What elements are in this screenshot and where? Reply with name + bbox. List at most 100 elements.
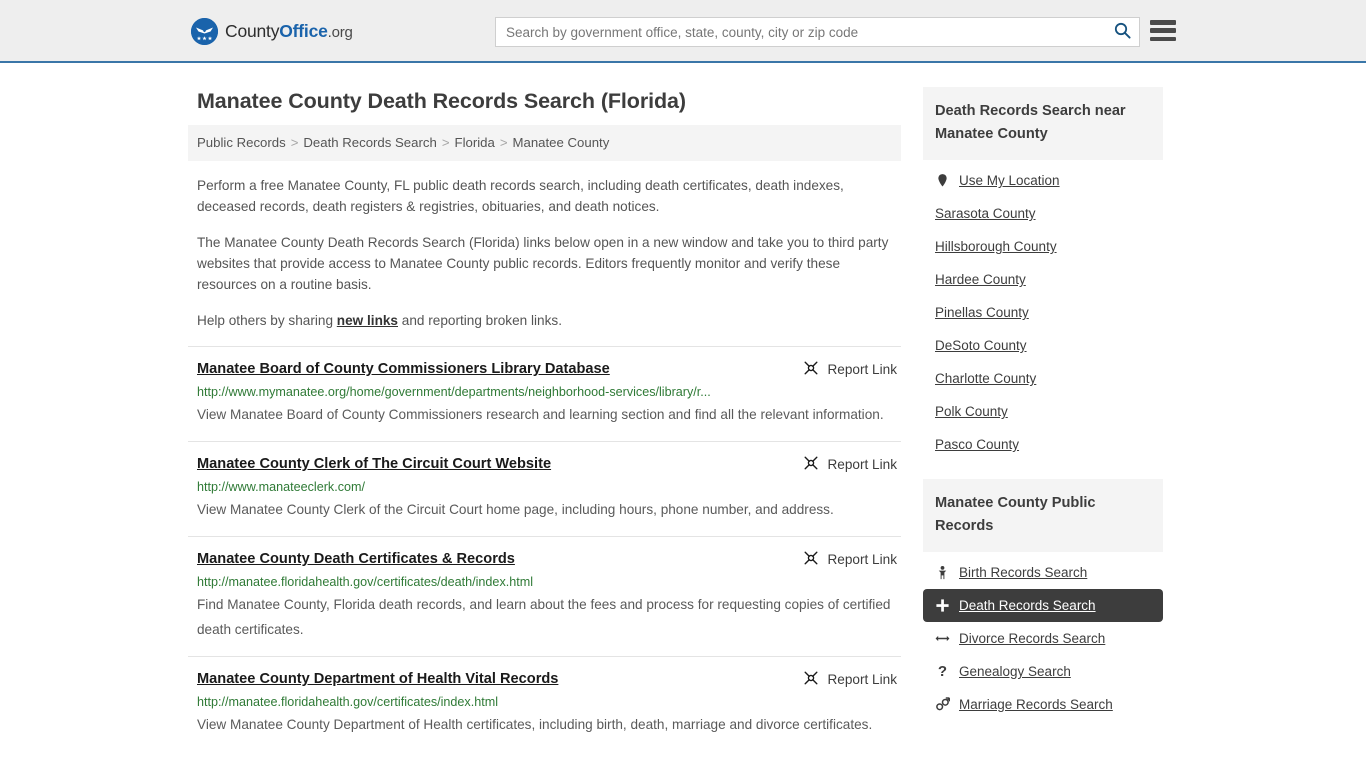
result-url: http://manatee.floridahealth.gov/certifi… bbox=[197, 575, 534, 590]
breadcrumb: Public Records > Death Records Search > Flor… bbox=[188, 125, 901, 162]
report-link-label: Report Link bbox=[827, 362, 897, 378]
nearby-item-hardee-county[interactable]: Hardee County bbox=[923, 263, 1163, 296]
baby-icon bbox=[935, 565, 950, 580]
result-item: Manatee County Clerk of The Circuit Cour… bbox=[188, 441, 901, 536]
search-input[interactable] bbox=[496, 19, 1105, 45]
nearby-item-pasco-county[interactable]: Pasco County bbox=[923, 428, 1163, 461]
broken-link-icon bbox=[803, 670, 819, 689]
result-description: View Manatee Board of County Commissione… bbox=[197, 407, 884, 423]
nearby-item-pinellas-county[interactable]: Pinellas County bbox=[923, 296, 1163, 329]
result-title-link[interactable]: Manatee Board of County Commissioners Li… bbox=[197, 360, 610, 378]
search-button[interactable] bbox=[1105, 18, 1139, 46]
breadcrumb-separator: > bbox=[441, 135, 450, 150]
hamburger-menu-icon[interactable] bbox=[1150, 20, 1176, 41]
intro-p3-after: and reporting broken links. bbox=[398, 313, 562, 329]
search-icon bbox=[1114, 22, 1131, 42]
report-link-label: Report Link bbox=[827, 552, 897, 568]
page-title: Manatee County Death Records Search (Flo… bbox=[197, 89, 686, 113]
logo-text-office: Office bbox=[279, 21, 328, 41]
breadcrumb-item-3[interactable]: Manatee County bbox=[513, 135, 610, 150]
records-item-label[interactable]: Genealogy Search bbox=[959, 664, 1071, 679]
nearby-item-label[interactable]: Polk County bbox=[935, 404, 1008, 419]
nearby-item-label[interactable]: Sarasota County bbox=[935, 206, 1036, 221]
records-item-label[interactable]: Birth Records Search bbox=[959, 565, 1087, 580]
breadcrumb-item-2[interactable]: Florida bbox=[455, 135, 495, 150]
records-item-marriage-records-search[interactable]: Marriage Records Search bbox=[923, 688, 1163, 721]
public-records-heading: Manatee County Public Records bbox=[923, 479, 1163, 552]
nearby-searches-heading: Death Records Search near Manatee County bbox=[923, 87, 1163, 160]
nearby-searches-list: Use My Location Sarasota County Hillsborou… bbox=[923, 160, 1163, 461]
report-link-label: Report Link bbox=[827, 457, 897, 473]
broken-link-icon bbox=[803, 550, 819, 569]
new-links-link[interactable]: new links bbox=[337, 313, 398, 328]
nearby-item-label[interactable]: Hillsborough County bbox=[935, 239, 1057, 254]
report-link-button[interactable]: Report Link bbox=[803, 550, 897, 569]
nearby-item-use-my-location[interactable]: Use My Location bbox=[923, 164, 1163, 197]
page-body: Manatee County Death Records Search (Flo… bbox=[0, 63, 1366, 751]
public-records-card: Manatee County Public Records Birth Reco… bbox=[923, 479, 1163, 721]
result-header: Manatee County Department of Health Vita… bbox=[197, 670, 901, 689]
split-arrows-icon bbox=[935, 631, 950, 646]
eagle-seal-icon bbox=[191, 18, 218, 45]
search-bar[interactable] bbox=[495, 17, 1140, 47]
result-header: Manatee County Death Certificates & Reco… bbox=[197, 550, 901, 569]
result-item: Manatee Board of County Commissioners Li… bbox=[188, 346, 901, 441]
result-item: Manatee County Death Certificates & Reco… bbox=[188, 536, 901, 656]
result-url: http://www.mymanatee.org/home/government… bbox=[197, 385, 711, 400]
nearby-searches-card: Death Records Search near Manatee County… bbox=[923, 87, 1163, 461]
nearby-item-charlotte-county[interactable]: Charlotte County bbox=[923, 362, 1163, 395]
result-title-link[interactable]: Manatee County Death Certificates & Reco… bbox=[197, 550, 515, 568]
result-description: View Manatee County Department of Health… bbox=[197, 717, 873, 733]
result-item: Manatee County Department of Health Vita… bbox=[188, 656, 901, 751]
result-header: Manatee County Clerk of The Circuit Cour… bbox=[197, 455, 901, 474]
breadcrumb-separator: > bbox=[499, 135, 508, 150]
report-link-button[interactable]: Report Link bbox=[803, 360, 897, 379]
records-item-birth-records-search[interactable]: Birth Records Search bbox=[923, 556, 1163, 589]
records-item-label[interactable]: Marriage Records Search bbox=[959, 697, 1113, 712]
sidebar: Death Records Search near Manatee County… bbox=[923, 63, 1163, 751]
records-item-label[interactable]: Divorce Records Search bbox=[959, 631, 1105, 646]
records-item-death-records-search[interactable]: Death Records Search bbox=[923, 589, 1163, 622]
public-records-list: Birth Records Search Death Records Search… bbox=[923, 552, 1163, 721]
records-item-genealogy-search[interactable]: ? Genealogy Search bbox=[923, 655, 1163, 688]
records-item-divorce-records-search[interactable]: Divorce Records Search bbox=[923, 622, 1163, 655]
nearby-item-desoto-county[interactable]: DeSoto County bbox=[923, 329, 1163, 362]
logo-text-county: County bbox=[225, 21, 280, 41]
nearby-item-label[interactable]: Hardee County bbox=[935, 272, 1026, 287]
intro-paragraph-2: The Manatee County Death Records Search … bbox=[197, 235, 889, 293]
intro-p3-before: Help others by sharing bbox=[197, 313, 337, 329]
question-mark-icon: ? bbox=[937, 663, 948, 680]
nearby-item-sarasota-county[interactable]: Sarasota County bbox=[923, 197, 1163, 230]
nearby-item-label[interactable]: DeSoto County bbox=[935, 338, 1027, 353]
breadcrumb-item-1[interactable]: Death Records Search bbox=[303, 135, 436, 150]
logo-text-org: .org bbox=[327, 24, 353, 41]
result-description: View Manatee County Clerk of the Circuit… bbox=[197, 502, 834, 518]
nearby-item-label[interactable]: Pasco County bbox=[935, 437, 1019, 452]
nearby-item-polk-county[interactable]: Polk County bbox=[923, 395, 1163, 428]
result-description: Find Manatee County, Florida death recor… bbox=[197, 597, 891, 638]
result-header: Manatee Board of County Commissioners Li… bbox=[197, 360, 901, 379]
nearby-item-label[interactable]: Use My Location bbox=[959, 173, 1060, 188]
report-link-button[interactable]: Report Link bbox=[803, 455, 897, 474]
report-link-button[interactable]: Report Link bbox=[803, 670, 897, 689]
map-pin-icon bbox=[935, 173, 950, 188]
breadcrumb-item-0[interactable]: Public Records bbox=[197, 135, 286, 150]
site-logo[interactable]: CountyOffice.org bbox=[191, 18, 353, 45]
intro-paragraph-3: Help others by sharing new links and rep… bbox=[197, 310, 897, 331]
result-title-link[interactable]: Manatee County Department of Health Vita… bbox=[197, 670, 558, 688]
nearby-item-label[interactable]: Pinellas County bbox=[935, 305, 1029, 320]
result-url: http://www.manateeclerk.com/ bbox=[197, 480, 365, 495]
site-header: CountyOffice.org bbox=[0, 0, 1366, 63]
nearby-item-label[interactable]: Charlotte County bbox=[935, 371, 1036, 386]
male-female-icon bbox=[935, 697, 950, 712]
breadcrumb-separator: > bbox=[290, 135, 299, 150]
result-title-link[interactable]: Manatee County Clerk of The Circuit Cour… bbox=[197, 455, 551, 473]
cross-icon bbox=[935, 598, 950, 613]
results-list: Manatee Board of County Commissioners Li… bbox=[188, 346, 901, 751]
result-url: http://manatee.floridahealth.gov/certifi… bbox=[197, 695, 499, 710]
nearby-item-hillsborough-county[interactable]: Hillsborough County bbox=[923, 230, 1163, 263]
main-column: Manatee County Death Records Search (Flo… bbox=[188, 63, 923, 751]
broken-link-icon bbox=[803, 360, 819, 379]
intro-text: Perform a free Manatee County, FL public… bbox=[188, 175, 901, 331]
records-item-label[interactable]: Death Records Search bbox=[959, 598, 1096, 613]
